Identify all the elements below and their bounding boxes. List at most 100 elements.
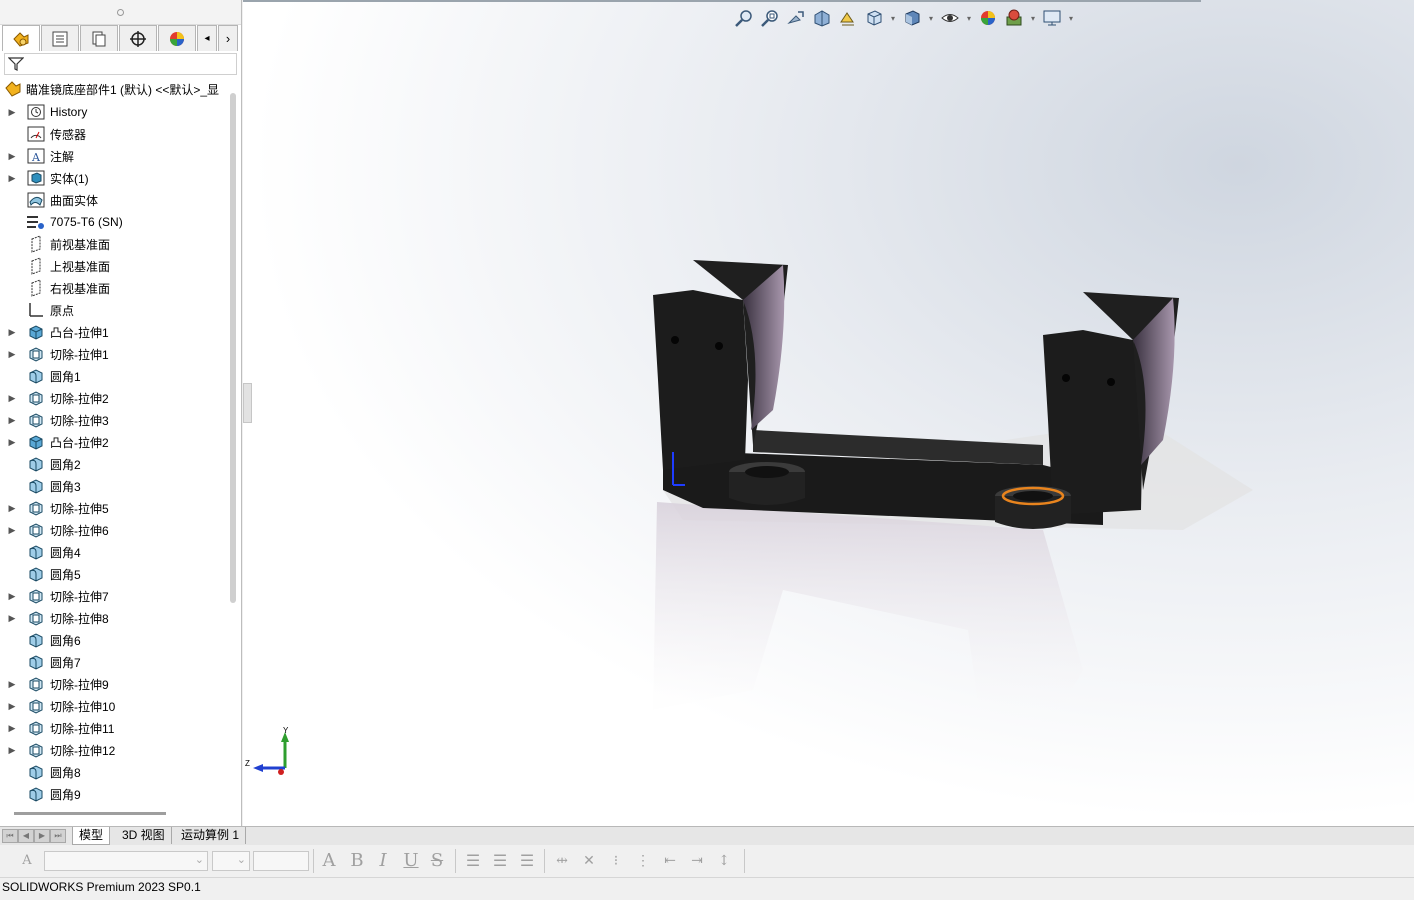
tab-motion-study[interactable]: 运动算例 1 bbox=[175, 827, 247, 844]
expand-arrow-icon[interactable]: ▶ bbox=[7, 701, 17, 712]
previous-view-button[interactable] bbox=[785, 7, 807, 29]
tab-dimxpertmanager[interactable] bbox=[119, 25, 157, 51]
numbering-icon[interactable]: ⋮ bbox=[632, 851, 654, 871]
tree-item[interactable]: 圆角5 bbox=[0, 563, 230, 585]
tab-featuremanager[interactable] bbox=[2, 25, 40, 51]
tree-item[interactable]: 7075-T6 (SN) bbox=[0, 211, 230, 233]
expand-arrow-icon[interactable]: ▶ bbox=[7, 327, 17, 338]
height-input[interactable] bbox=[253, 851, 309, 871]
bold-button[interactable]: B bbox=[346, 851, 368, 871]
hide-show-dropdown[interactable]: ▾ bbox=[965, 7, 973, 29]
tree-item[interactable]: 圆角2 bbox=[0, 453, 230, 475]
tree-item[interactable]: 圆角7 bbox=[0, 651, 230, 673]
tree-item[interactable]: 圆角4 bbox=[0, 541, 230, 563]
tree-item[interactable]: ▶ A 注解 bbox=[0, 145, 230, 167]
tree-item[interactable]: ▶ 切除-拉伸12 bbox=[0, 739, 230, 761]
tab-scroll-left[interactable]: ◂ bbox=[197, 25, 217, 51]
tab-nav-first[interactable]: ⏮ bbox=[2, 829, 18, 843]
tab-scroll-right[interactable]: › bbox=[218, 25, 238, 51]
increase-indent-icon[interactable]: ⇥ bbox=[686, 851, 708, 871]
panel-grip[interactable] bbox=[0, 0, 241, 25]
bullets-icon[interactable]: ⁝ bbox=[605, 851, 627, 871]
apply-scene-button[interactable] bbox=[1003, 7, 1025, 29]
tab-model[interactable]: 模型 bbox=[72, 827, 111, 845]
align-center-icon[interactable]: ☰ bbox=[489, 851, 511, 871]
fit-text-icon[interactable]: ⇹ bbox=[551, 851, 573, 871]
zoom-to-area-button[interactable] bbox=[759, 7, 781, 29]
font-size-select[interactable]: ⌄ bbox=[212, 851, 250, 871]
expand-arrow-icon[interactable]: ▶ bbox=[7, 613, 17, 624]
tree-item[interactable]: ▶ 切除-拉伸2 bbox=[0, 387, 230, 409]
panel-splitter-handle[interactable] bbox=[243, 383, 252, 423]
view-orientation-button[interactable] bbox=[863, 7, 885, 29]
expand-arrow-icon[interactable]: ▶ bbox=[7, 437, 17, 448]
align-left-icon[interactable]: ☰ bbox=[462, 851, 484, 871]
font-button[interactable]: A bbox=[318, 851, 340, 871]
tab-displaymanager[interactable] bbox=[158, 25, 196, 51]
expand-arrow-icon[interactable]: ▶ bbox=[7, 393, 17, 404]
strikethrough-button[interactable]: S bbox=[426, 851, 448, 871]
expand-arrow-icon[interactable]: ▶ bbox=[7, 723, 17, 734]
tree-item[interactable]: 圆角8 bbox=[0, 761, 230, 783]
tree-item[interactable]: 原点 bbox=[0, 299, 230, 321]
align-right-icon[interactable]: ☰ bbox=[516, 851, 538, 871]
font-select[interactable]: ⌄ bbox=[44, 851, 208, 871]
tree-item[interactable]: 上视基准面 bbox=[0, 255, 230, 277]
expand-arrow-icon[interactable]: ▶ bbox=[7, 173, 17, 184]
tree-item[interactable]: 右视基准面 bbox=[0, 277, 230, 299]
tree-item[interactable]: ▶ 切除-拉伸8 bbox=[0, 607, 230, 629]
line-spacing-icon[interactable]: ↕ bbox=[713, 851, 735, 871]
hide-show-items-button[interactable] bbox=[939, 7, 961, 29]
tree-item[interactable]: 曲面实体 bbox=[0, 189, 230, 211]
decrease-indent-icon[interactable]: ⇤ bbox=[659, 851, 681, 871]
view-settings-dropdown[interactable]: ▾ bbox=[1067, 7, 1075, 29]
display-style-button[interactable] bbox=[901, 7, 923, 29]
tree-item[interactable]: ▶ 实体(1) bbox=[0, 167, 230, 189]
stack-icon[interactable]: ✕ bbox=[578, 851, 600, 871]
zoom-to-fit-button[interactable] bbox=[733, 7, 755, 29]
tree-item[interactable]: 圆角3 bbox=[0, 475, 230, 497]
expand-arrow-icon[interactable]: ▶ bbox=[7, 591, 17, 602]
tree-item[interactable]: 圆角6 bbox=[0, 629, 230, 651]
expand-arrow-icon[interactable]: ▶ bbox=[7, 349, 17, 360]
tree-item[interactable]: ▶ 凸台-拉伸2 bbox=[0, 431, 230, 453]
section-view-button[interactable] bbox=[811, 7, 833, 29]
tree-scrollbar[interactable] bbox=[230, 93, 236, 603]
tree-item[interactable]: ▶ 切除-拉伸6 bbox=[0, 519, 230, 541]
scope-mount-3d-model[interactable] bbox=[623, 240, 1263, 740]
tree-root-part[interactable]: 瞄准镜底座部件1 (默认) <<默认>_显 bbox=[4, 79, 229, 99]
tree-item[interactable]: ▶ 切除-拉伸1 bbox=[0, 343, 230, 365]
tab-nav-last[interactable]: ⏭ bbox=[50, 829, 66, 843]
tree-item[interactable]: ▶ 凸台-拉伸1 bbox=[0, 321, 230, 343]
text-style-icon[interactable]: A bbox=[16, 851, 38, 871]
tree-item[interactable]: 圆角1 bbox=[0, 365, 230, 387]
tab-propertymanager[interactable] bbox=[41, 25, 79, 51]
expand-arrow-icon[interactable]: ▶ bbox=[7, 107, 17, 118]
underline-button[interactable]: U bbox=[400, 851, 422, 871]
display-style-dropdown[interactable]: ▾ bbox=[927, 7, 935, 29]
tab-nav-next[interactable]: ▶ bbox=[34, 829, 50, 843]
apply-scene-dropdown[interactable]: ▾ bbox=[1029, 7, 1037, 29]
graphics-area[interactable]: ▾ ▾ ▾ ▾ ▾ Y Z bbox=[243, 0, 1414, 826]
tree-filter-input[interactable] bbox=[4, 53, 237, 75]
tree-horizontal-scrollbar[interactable] bbox=[14, 812, 166, 815]
tree-item[interactable]: ▶ 切除-拉伸11 bbox=[0, 717, 230, 739]
tab-3d-view[interactable]: 3D 视图 bbox=[116, 827, 172, 844]
tree-item[interactable]: ▶ 切除-拉伸7 bbox=[0, 585, 230, 607]
tab-nav-prev[interactable]: ◀ bbox=[18, 829, 34, 843]
view-settings-button[interactable] bbox=[1041, 7, 1063, 29]
tree-item[interactable]: 圆角9 bbox=[0, 783, 230, 805]
expand-arrow-icon[interactable]: ▶ bbox=[7, 151, 17, 162]
tree-item[interactable]: ▶ 切除-拉伸10 bbox=[0, 695, 230, 717]
tree-item[interactable]: ▶ 切除-拉伸9 bbox=[0, 673, 230, 695]
italic-button[interactable]: I bbox=[372, 851, 394, 871]
tree-item[interactable]: ▶ History bbox=[0, 101, 230, 123]
dynamic-annotation-button[interactable] bbox=[837, 7, 859, 29]
expand-arrow-icon[interactable]: ▶ bbox=[7, 503, 17, 514]
expand-arrow-icon[interactable]: ▶ bbox=[7, 745, 17, 756]
expand-arrow-icon[interactable]: ▶ bbox=[7, 415, 17, 426]
edit-appearance-button[interactable] bbox=[977, 7, 999, 29]
tab-configurationmanager[interactable] bbox=[80, 25, 118, 51]
view-orientation-dropdown[interactable]: ▾ bbox=[889, 7, 897, 29]
tree-item[interactable]: ▶ 切除-拉伸3 bbox=[0, 409, 230, 431]
